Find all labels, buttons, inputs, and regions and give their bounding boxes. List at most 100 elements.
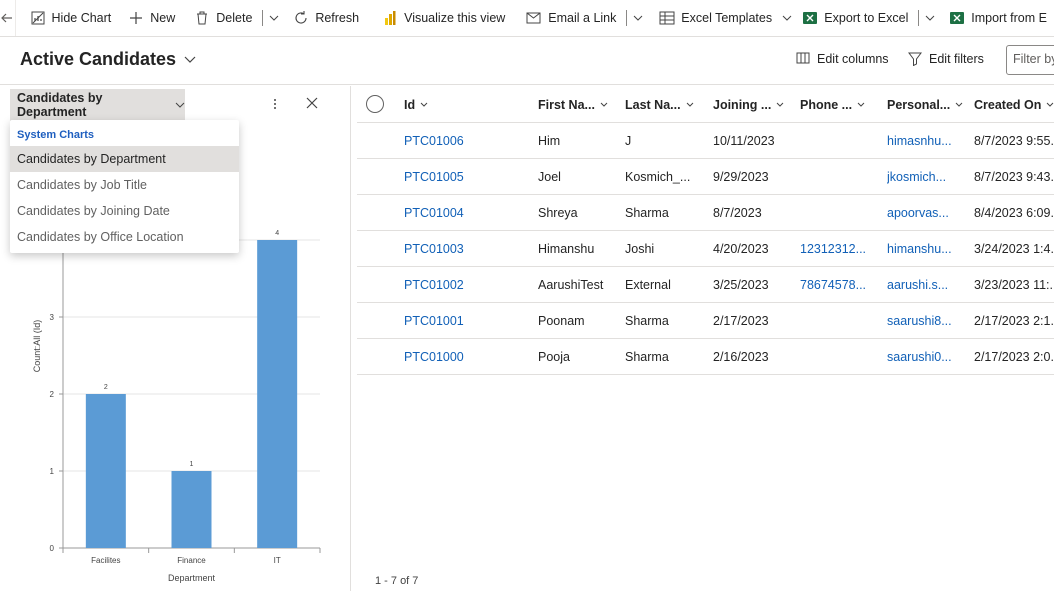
cell-personal[interactable]: apoorvas... bbox=[887, 195, 971, 231]
chevron-down-icon bbox=[857, 102, 865, 107]
email-more-button[interactable] bbox=[630, 0, 645, 36]
chevron-down-icon bbox=[175, 102, 185, 108]
cell-phone[interactable] bbox=[800, 339, 884, 375]
cell-joining: 3/25/2023 bbox=[713, 278, 769, 292]
bar[interactable] bbox=[257, 240, 298, 548]
delete-button[interactable]: Delete bbox=[182, 0, 259, 36]
bar[interactable] bbox=[85, 394, 126, 548]
cell-phone[interactable] bbox=[800, 159, 884, 195]
y-tick-label: 1 bbox=[50, 467, 55, 476]
cell-created-on: 3/24/2023 1:4... bbox=[974, 242, 1054, 256]
cell-phone[interactable]: 12312312... bbox=[800, 231, 884, 267]
table-row[interactable]: PTC01006 Him J 10/11/2023 himasnhu... 8/7/202… bbox=[357, 123, 1054, 159]
power-bi-icon bbox=[382, 10, 398, 26]
import-excel-button[interactable]: Import from E bbox=[937, 0, 1054, 36]
cell-joining: 9/29/2023 bbox=[713, 170, 769, 184]
email-link-button[interactable]: Email a Link bbox=[512, 0, 623, 36]
cell-personal[interactable]: himanshu... bbox=[887, 231, 971, 267]
column-header-created-on[interactable]: Created On bbox=[974, 86, 1054, 123]
cell-joining: 10/11/2023 bbox=[713, 134, 775, 148]
column-header-joining[interactable]: Joining ... bbox=[713, 86, 784, 123]
cell-personal[interactable]: jkosmich... bbox=[887, 159, 971, 195]
hide-chart-button[interactable]: Hide Chart bbox=[16, 0, 119, 36]
chart-selector-label: Candidates by Department bbox=[17, 91, 103, 119]
column-header-first-name[interactable]: First Na... bbox=[538, 86, 608, 123]
chevron-down-icon bbox=[776, 102, 784, 107]
chevron-down-icon bbox=[184, 56, 196, 63]
data-grid: Id First Na... Last Na... Joining ... Ph… bbox=[357, 86, 1054, 591]
edit-columns-icon bbox=[796, 52, 810, 66]
select-all-radio[interactable] bbox=[366, 95, 384, 113]
column-header-last-name[interactable]: Last Na... bbox=[625, 86, 694, 123]
cell-id[interactable]: PTC01002 bbox=[404, 267, 488, 303]
y-tick-label: 0 bbox=[50, 544, 55, 553]
new-label: New bbox=[150, 11, 176, 25]
cell-joining: 8/7/2023 bbox=[713, 206, 762, 220]
hide-chart-label: Hide Chart bbox=[51, 11, 112, 25]
cell-id[interactable]: PTC01005 bbox=[404, 159, 488, 195]
cell-phone[interactable] bbox=[800, 303, 884, 339]
back-button[interactable] bbox=[0, 0, 16, 36]
new-button[interactable]: New bbox=[118, 0, 182, 36]
excel-templates-chevron[interactable] bbox=[779, 0, 794, 36]
column-header-label: Id bbox=[404, 97, 416, 112]
email-icon bbox=[526, 10, 542, 26]
table-row[interactable]: PTC01002 AarushiTest External 3/25/2023 7867… bbox=[357, 267, 1054, 303]
export-excel-button[interactable]: Export to Excel bbox=[794, 0, 915, 36]
filter-by-keyword-input[interactable]: Filter by bbox=[1006, 45, 1054, 75]
visualize-button[interactable]: Visualize this view bbox=[366, 0, 512, 36]
dropdown-item-candidates-by-job-title[interactable]: Candidates by Job Title bbox=[10, 172, 239, 198]
cell-id[interactable]: PTC01004 bbox=[404, 195, 488, 231]
cell-personal[interactable]: saarushi0... bbox=[887, 339, 971, 375]
table-row[interactable]: PTC01003 Himanshu Joshi 4/20/2023 12312312..… bbox=[357, 231, 1054, 267]
refresh-button[interactable]: Refresh bbox=[281, 0, 366, 36]
cell-first-name: Himanshu bbox=[538, 242, 595, 256]
cell-id[interactable]: PTC01003 bbox=[404, 231, 488, 267]
excel-templates-label: Excel Templates bbox=[681, 11, 773, 25]
edit-filters-button[interactable]: Edit filters bbox=[908, 52, 984, 66]
column-header-phone[interactable]: Phone ... bbox=[800, 86, 865, 123]
table-row[interactable]: PTC01005 Joel Kosmich_... 9/29/2023 jkosmich… bbox=[357, 159, 1054, 195]
table-row[interactable]: PTC01000 Pooja Sharma 2/16/2023 saarushi0...… bbox=[357, 339, 1054, 375]
cell-personal[interactable]: aarushi.s... bbox=[887, 267, 971, 303]
column-header-personal[interactable]: Personal... bbox=[887, 86, 963, 123]
table-row[interactable]: PTC01001 Poonam Sharma 2/17/2023 saarushi8..… bbox=[357, 303, 1054, 339]
cell-phone[interactable] bbox=[800, 195, 884, 231]
dropdown-item-candidates-by-joining-date[interactable]: Candidates by Joining Date bbox=[10, 198, 239, 224]
close-chart-button[interactable] bbox=[303, 94, 321, 112]
cell-id[interactable]: PTC01001 bbox=[404, 303, 488, 339]
cell-phone[interactable] bbox=[800, 123, 884, 159]
cell-last-name: Sharma bbox=[625, 350, 669, 364]
chart-selector[interactable]: Candidates by Department bbox=[10, 89, 185, 121]
data-label: 4 bbox=[275, 230, 279, 237]
dropdown-item-candidates-by-office-location[interactable]: Candidates by Office Location bbox=[10, 224, 239, 250]
x-tick-label: Facilites bbox=[91, 556, 120, 565]
cell-id[interactable]: PTC01000 bbox=[404, 339, 488, 375]
excel-templates-button[interactable]: Excel Templates bbox=[645, 0, 779, 36]
cell-personal[interactable]: saarushi8... bbox=[887, 303, 971, 339]
cell-phone[interactable]: 78674578... bbox=[800, 267, 884, 303]
delete-more-button[interactable] bbox=[266, 0, 281, 36]
chevron-down-icon bbox=[782, 15, 792, 21]
edit-columns-button[interactable]: Edit columns bbox=[796, 52, 889, 66]
dropdown-item-candidates-by-department[interactable]: Candidates by Department bbox=[10, 146, 239, 172]
chevron-down-icon bbox=[686, 102, 694, 107]
bar[interactable] bbox=[171, 471, 212, 548]
cell-first-name: Him bbox=[538, 134, 561, 148]
excel-icon bbox=[802, 10, 818, 26]
pager-status: 1 - 7 of 7 bbox=[375, 575, 419, 587]
cell-personal[interactable]: himasnhu... bbox=[887, 123, 971, 159]
view-selector[interactable]: Active Candidates bbox=[20, 49, 196, 70]
export-more-button[interactable] bbox=[922, 0, 937, 36]
more-options-button[interactable] bbox=[268, 94, 282, 114]
table-row[interactable]: PTC01004 Shreya Sharma 8/7/2023 apoorvas... 8… bbox=[357, 195, 1054, 231]
column-header-label: Last Na... bbox=[625, 97, 681, 112]
y-tick-label: 2 bbox=[50, 390, 55, 399]
column-header-id[interactable]: Id bbox=[404, 86, 428, 123]
cell-first-name: Shreya bbox=[538, 206, 578, 220]
cell-id[interactable]: PTC01006 bbox=[404, 123, 488, 159]
page-title: Active Candidates bbox=[20, 49, 177, 69]
cell-first-name: Pooja bbox=[538, 350, 570, 364]
cell-joining: 2/17/2023 bbox=[713, 314, 769, 328]
separator bbox=[262, 10, 264, 26]
